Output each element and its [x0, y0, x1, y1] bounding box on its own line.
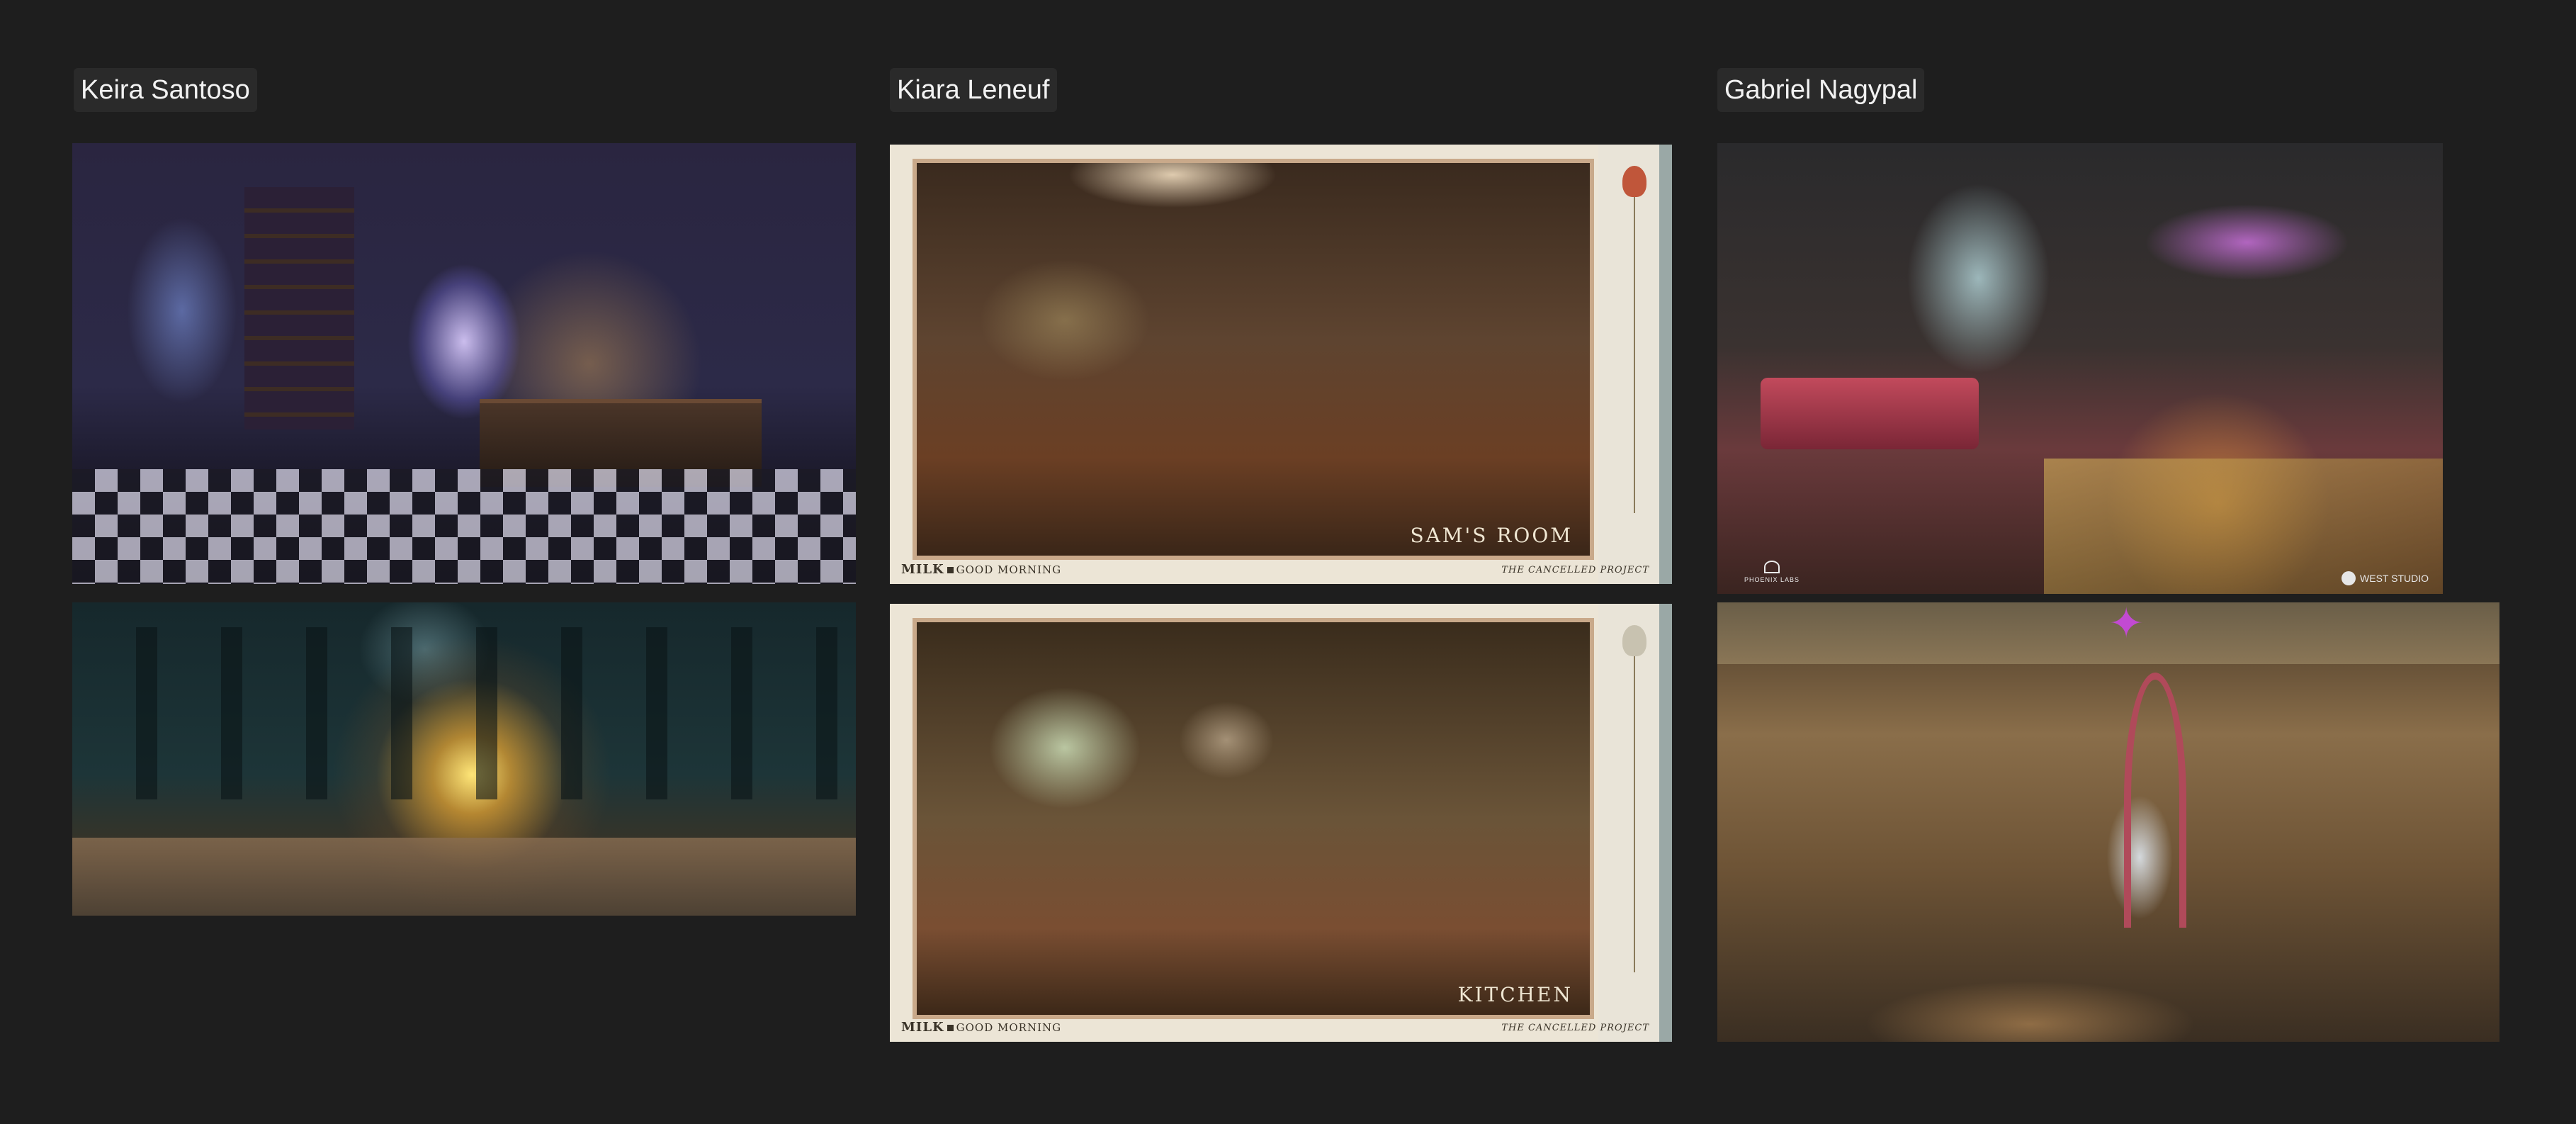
- studio-logo-left-text: PHOENIX LABS: [1744, 576, 1800, 583]
- phoenix-logo-icon: [1764, 561, 1780, 573]
- brand-label: MILK: [901, 1020, 944, 1035]
- flower-icon: [1622, 625, 1646, 656]
- artwork-gabriel-library-room[interactable]: ✦: [1717, 602, 2499, 1042]
- studio-logo-left: PHOENIX LABS: [1744, 561, 1800, 584]
- artwork-kiara-kitchen[interactable]: KITCHEN MILK GOOD MORNING THE CANCELLED P…: [890, 604, 1672, 1042]
- column-label-keira-santoso[interactable]: Keira Santoso: [74, 68, 257, 112]
- pressed-flower-strip: [1598, 145, 1672, 584]
- artwork-gabriel-cafe[interactable]: PHOENIX LABS WEST STUDIO: [1717, 143, 2443, 594]
- star-lantern-icon: ✦: [2108, 602, 2145, 647]
- project-label: THE CANCELLED PROJECT: [1501, 1023, 1649, 1033]
- column-label-kiara-leneuf[interactable]: Kiara Leneuf: [890, 68, 1057, 112]
- card-footer-left: MILK GOOD MORNING: [901, 1020, 1061, 1035]
- column-label-gabriel-nagypal[interactable]: Gabriel Nagypal: [1717, 68, 1925, 112]
- flower-stem: [1634, 173, 1635, 513]
- artwork-doorway: [2124, 673, 2187, 928]
- artwork-shelf: [244, 187, 355, 430]
- artwork-sofa: [1761, 377, 1979, 450]
- project-label: THE CANCELLED PROJECT: [1501, 565, 1649, 575]
- square-icon: [947, 567, 954, 573]
- studio-logo-right: WEST STUDIO: [2341, 571, 2429, 585]
- brand-label: MILK: [901, 562, 944, 577]
- subtitle-label: GOOD MORNING: [956, 1021, 1062, 1034]
- artwork-caption: SAM'S ROOM: [1410, 524, 1573, 547]
- flower-icon: [1622, 166, 1646, 197]
- moodboard-canvas: Keira Santoso Kiara Leneuf Gabriel Nagyp…: [0, 0, 2576, 1124]
- square-icon: [947, 1025, 954, 1031]
- card-footer-left: MILK GOOD MORNING: [901, 562, 1061, 577]
- studio-logo-right-text: WEST STUDIO: [2360, 573, 2429, 584]
- flower-stem: [1634, 632, 1635, 972]
- artwork-painting: SAM'S ROOM: [913, 159, 1594, 560]
- artwork-floor: [72, 837, 856, 916]
- artwork-painting: KITCHEN: [913, 618, 1594, 1019]
- artwork-keira-observatory[interactable]: [72, 602, 856, 916]
- artwork-arches: [72, 627, 856, 800]
- artwork-checkered-floor: [72, 469, 856, 584]
- artwork-caption: KITCHEN: [1457, 983, 1573, 1006]
- studio-logo-icon: [2341, 571, 2356, 585]
- artwork-kiara-sams-room[interactable]: SAM'S ROOM MILK GOOD MORNING THE CANCELLE…: [890, 145, 1672, 584]
- subtitle-label: GOOD MORNING: [956, 563, 1062, 576]
- artwork-keira-tea-shop[interactable]: [72, 143, 856, 584]
- pressed-flower-strip: [1598, 604, 1672, 1042]
